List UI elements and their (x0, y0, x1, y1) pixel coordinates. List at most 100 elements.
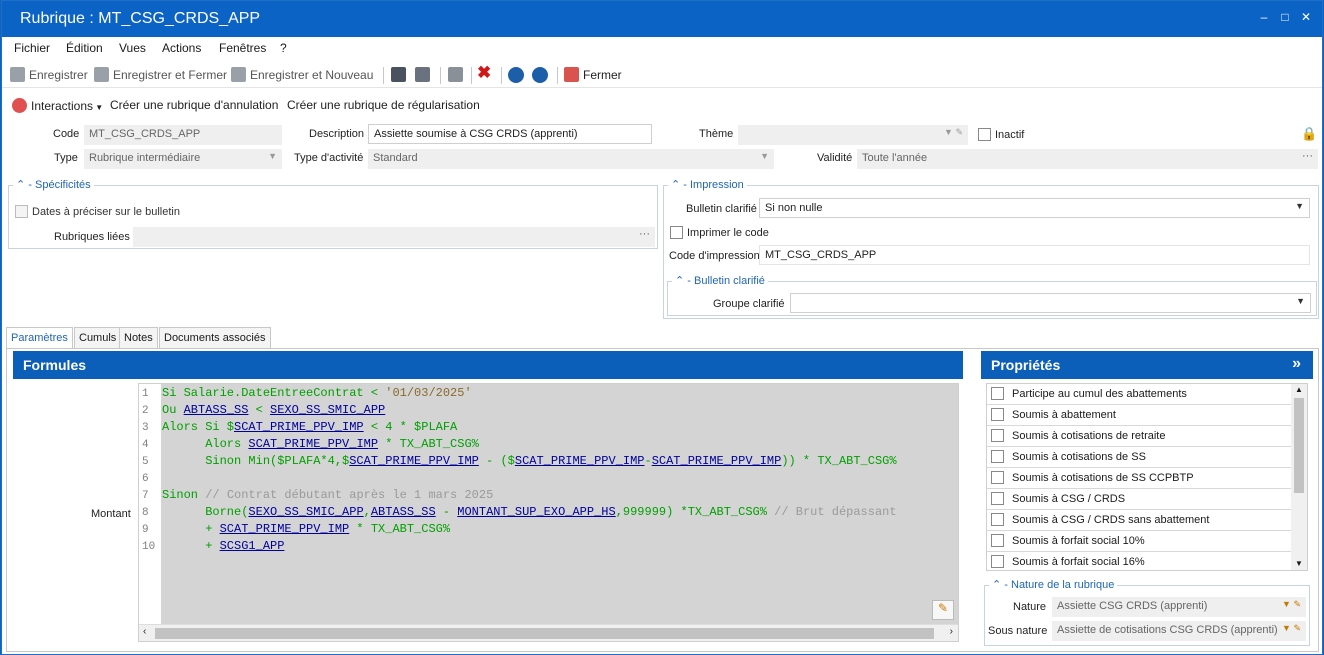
vertical-scrollbar[interactable]: ▲ ▼ (1291, 384, 1307, 570)
menu-edition[interactable]: Édition (66, 41, 103, 55)
collapse-icon[interactable]: ⌃ - (671, 179, 687, 191)
checkbox[interactable] (991, 450, 1004, 463)
separator (501, 67, 502, 84)
checkbox[interactable] (991, 534, 1004, 547)
menu-fichier[interactable]: Fichier (14, 41, 50, 55)
scroll-thumb[interactable] (155, 628, 934, 639)
dates-check[interactable] (15, 205, 28, 218)
print-code-check[interactable] (670, 226, 683, 239)
menu-actions[interactable]: Actions (162, 41, 201, 55)
list-item[interactable]: Soumis à cotisations de retraite (987, 426, 1292, 447)
tab-cumuls[interactable]: Cumuls (74, 327, 122, 348)
print-code-field[interactable]: MT_CSG_CRDS_APP (759, 245, 1310, 265)
tab-parametres[interactable]: Paramètres (6, 327, 73, 349)
interactions-dropdown[interactable]: Interactions ▼ (12, 98, 103, 113)
list-item[interactable]: Soumis à cotisations de SS CCPBTP (987, 468, 1292, 489)
checkbox[interactable] (991, 492, 1004, 505)
print-preview-button[interactable] (415, 67, 434, 82)
create-regul-rubric-button[interactable]: Créer une rubrique de régularisation (287, 98, 480, 112)
pencil-icon: ✎ (937, 601, 949, 615)
clarified-group-select[interactable]: ▼ (790, 293, 1311, 313)
save-new-button[interactable]: Enregistrer et Nouveau (231, 67, 373, 82)
scroll-down-icon[interactable]: ▼ (1295, 559, 1303, 568)
nature-select[interactable]: Assiette CSG CRDS (apprenti) ▼ ✎ (1052, 597, 1306, 617)
activity-type-select[interactable]: Standard ▼ (368, 149, 774, 169)
tab-documents[interactable]: Documents associés (159, 327, 271, 348)
checkbox[interactable] (991, 513, 1004, 526)
scroll-right-icon[interactable]: › (950, 626, 953, 637)
edit-formula-button[interactable]: ✎ (932, 600, 954, 620)
list-item[interactable]: Participe au cumul des abattements (987, 384, 1292, 405)
copy-button[interactable] (448, 67, 467, 82)
validity-field[interactable]: Toute l'année ··· (857, 149, 1318, 169)
expand-icon[interactable]: » (1292, 355, 1301, 373)
delete-button[interactable]: ✖ (477, 63, 491, 83)
menu-vues[interactable]: Vues (119, 41, 146, 55)
previous-button[interactable] (508, 67, 528, 83)
delete-x-icon: ✖ (477, 63, 492, 82)
formula-editor[interactable]: 1 2 3 4 5 6 7 8 9 10 Si Salarie.DateEntr… (138, 383, 959, 642)
checkbox[interactable] (991, 471, 1004, 484)
menu-help[interactable]: ? (280, 41, 287, 55)
next-button[interactable] (532, 67, 552, 83)
collapse-icon[interactable]: ⌃ - (675, 275, 691, 287)
theme-select[interactable]: ▼ ✎ (738, 125, 968, 145)
save-close-button[interactable]: Enregistrer et Fermer (94, 67, 227, 82)
list-item[interactable]: Soumis à CSG / CRDS sans abattement (987, 510, 1292, 531)
code-line-3: Alors Si $SCAT_PRIME_PPV_IMP < 4 * $PLAF… (162, 420, 458, 434)
fermer-button[interactable]: Fermer (564, 67, 622, 82)
collapse-icon[interactable]: ⌃ - (16, 179, 32, 191)
bulletin-label: Bulletin clarifié (686, 203, 757, 215)
description-field[interactable]: Assiette soumise à CSG CRDS (apprenti) (368, 124, 652, 144)
horizontal-scrollbar[interactable]: ‹ › (139, 624, 958, 641)
code-line-4: Alors SCAT_PRIME_PPV_IMP * TX_ABT_CSG% (162, 437, 479, 451)
ellipsis-icon[interactable]: ··· (1302, 150, 1313, 162)
list-item[interactable]: Soumis à cotisations de SS (987, 447, 1292, 468)
create-cancel-rubric-button[interactable]: Créer une rubrique d'annulation (110, 98, 278, 112)
inactive-checkbox[interactable]: Inactif (978, 128, 1024, 141)
print-code-checkbox[interactable]: Imprimer le code (670, 226, 769, 239)
ellipsis-icon[interactable]: ··· (639, 228, 650, 240)
checkbox[interactable] (991, 387, 1004, 400)
checkbox[interactable] (991, 555, 1004, 568)
list-item[interactable]: Soumis à forfait social 16% (987, 552, 1292, 570)
code-line-7: Sinon // Contrat débutant après le 1 mar… (162, 488, 494, 502)
close-window-button[interactable]: ✕ (1298, 10, 1314, 24)
collapse-icon[interactable]: ⌃ - (992, 579, 1008, 591)
checkbox[interactable] (991, 429, 1004, 442)
inactive-check[interactable] (978, 128, 991, 141)
clarified-title[interactable]: ⌃ - Bulletin clarifié (672, 274, 768, 287)
nature-title[interactable]: ⌃ - Nature de la rubrique (989, 578, 1118, 591)
list-item[interactable]: Soumis à abattement (987, 405, 1292, 426)
impression-title[interactable]: ⌃ - Impression (668, 178, 747, 191)
print-button[interactable] (391, 67, 410, 82)
subnature-edit-icon[interactable]: ▼ ✎ (1282, 623, 1301, 634)
save-new-icon (231, 67, 246, 82)
specifics-title[interactable]: ⌃ - Spécificités (13, 178, 94, 191)
bulletin-select[interactable]: Si non nulle ▼ (759, 198, 1310, 218)
type-select[interactable]: Rubrique intermédiaire ▼ (84, 149, 282, 169)
code-field[interactable]: MT_CSG_CRDS_APP (84, 125, 282, 145)
list-item[interactable]: Soumis à CSG / CRDS (987, 489, 1292, 510)
save-button[interactable]: Enregistrer (10, 67, 88, 82)
code-line-9: + SCAT_PRIME_PPV_IMP * TX_ABT_CSG% (162, 522, 451, 536)
linked-rubrics-field[interactable]: ··· (133, 227, 655, 247)
menu-fenetres[interactable]: Fenêtres (219, 41, 266, 55)
subnature-label: Sous nature (988, 625, 1048, 637)
checkbox[interactable] (991, 408, 1004, 421)
scroll-up-icon[interactable]: ▲ (1295, 385, 1303, 394)
lock-icon[interactable]: 🔒 (1301, 126, 1317, 142)
nature-edit-icon[interactable]: ▼ ✎ (1282, 599, 1301, 610)
minimize-button[interactable]: – (1256, 10, 1272, 24)
dropdown-arrow-icon: ▼ (93, 103, 104, 112)
scroll-left-icon[interactable]: ‹ (143, 626, 146, 637)
validity-label: Validité (817, 152, 853, 164)
list-item[interactable]: Soumis à forfait social 10% (987, 531, 1292, 552)
dates-checkbox[interactable]: Dates à préciser sur le bulletin (15, 205, 180, 218)
tab-notes[interactable]: Notes (119, 327, 158, 348)
type-label: Type (54, 152, 78, 164)
arrow-left-icon (508, 67, 524, 83)
subnature-select[interactable]: Assiette de cotisations CSG CRDS (appren… (1052, 621, 1306, 641)
maximize-button[interactable]: □ (1277, 10, 1293, 24)
scroll-thumb[interactable] (1294, 398, 1304, 493)
